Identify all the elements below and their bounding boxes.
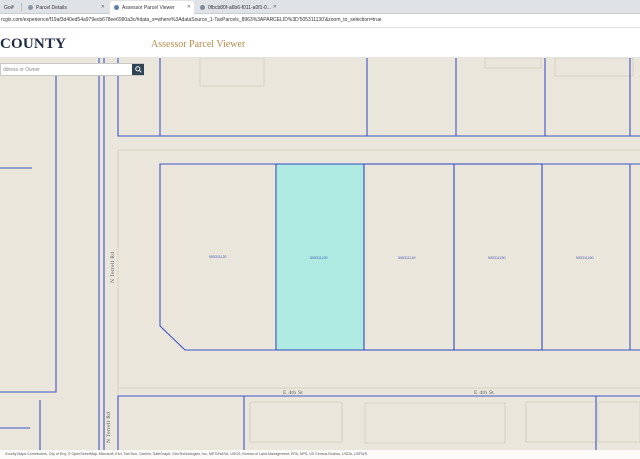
parcel-boundary bbox=[0, 70, 57, 393]
address-bar[interactable]: rcgis.com/experience/f19af3d40ed54a979ec… bbox=[0, 14, 640, 28]
street-label: E 4th St bbox=[283, 390, 303, 396]
document-icon bbox=[200, 5, 205, 10]
building-footprint bbox=[554, 58, 634, 77]
browser-tab-bar: Gov ✕ Parcel Details ✕ Assessor Parcel V… bbox=[0, 0, 640, 14]
search-input[interactable] bbox=[1, 64, 132, 75]
building-footprint bbox=[364, 402, 506, 444]
parcel-label: 505311160 bbox=[576, 256, 593, 260]
tab-label: 0fbcb80f-a6b6-f011-a0f1-0... bbox=[208, 4, 272, 11]
close-icon[interactable]: ✕ bbox=[273, 4, 277, 10]
map-canvas[interactable]: 505311120 505311130 505311140 505311150 … bbox=[0, 58, 640, 450]
search-button[interactable] bbox=[132, 64, 144, 75]
close-icon[interactable]: ✕ bbox=[187, 4, 191, 10]
parcel-boundary bbox=[117, 58, 640, 137]
parcel-label: 505311140 bbox=[398, 256, 415, 260]
tab-label: Assessor Parcel Viewer bbox=[122, 4, 175, 11]
browser-tab[interactable]: Parcel Details ✕ bbox=[24, 1, 108, 14]
parcel-label: 505311130 bbox=[310, 256, 327, 260]
county-logo-text: COUNTY bbox=[0, 36, 67, 52]
building-footprint bbox=[199, 58, 265, 87]
building-footprint bbox=[484, 58, 542, 69]
street-label: N Terrell Rd bbox=[110, 252, 116, 283]
search-icon bbox=[134, 66, 142, 73]
close-icon[interactable]: ✕ bbox=[11, 4, 15, 10]
app-favicon-icon bbox=[114, 5, 119, 10]
street-label: N Terrell Rd bbox=[106, 412, 112, 443]
parcel-label: 505311120 bbox=[209, 255, 226, 259]
browser-tab[interactable]: 0fbcb80f-a6b6-f011-a0f1-0... ✕ bbox=[196, 1, 280, 14]
tab-label: Parcel Details bbox=[36, 4, 67, 11]
building-footprint bbox=[525, 401, 597, 443]
app-header: COUNTY Assessor Parcel Viewer bbox=[0, 28, 640, 58]
globe-icon bbox=[28, 5, 33, 10]
street-label: E 4th St bbox=[474, 390, 494, 396]
building-footprint bbox=[597, 401, 640, 443]
parcel-map[interactable]: 505311120 505311130 505311140 505311150 … bbox=[0, 58, 640, 450]
browser-tab[interactable]: Gov ✕ bbox=[0, 1, 18, 14]
close-icon[interactable]: ✕ bbox=[101, 4, 105, 10]
map-attribution: County Maps Contributors, City of Eny, ©… bbox=[0, 450, 640, 459]
search-box bbox=[0, 63, 144, 76]
page-title: Assessor Parcel Viewer bbox=[151, 39, 246, 50]
parcel-label: 505311150 bbox=[488, 256, 505, 260]
url-text[interactable]: rcgis.com/experience/f19af3d40ed54a979ec… bbox=[1, 17, 382, 23]
browser-tab-active[interactable]: Assessor Parcel Viewer ✕ bbox=[110, 1, 194, 14]
building-footprint bbox=[249, 401, 343, 443]
